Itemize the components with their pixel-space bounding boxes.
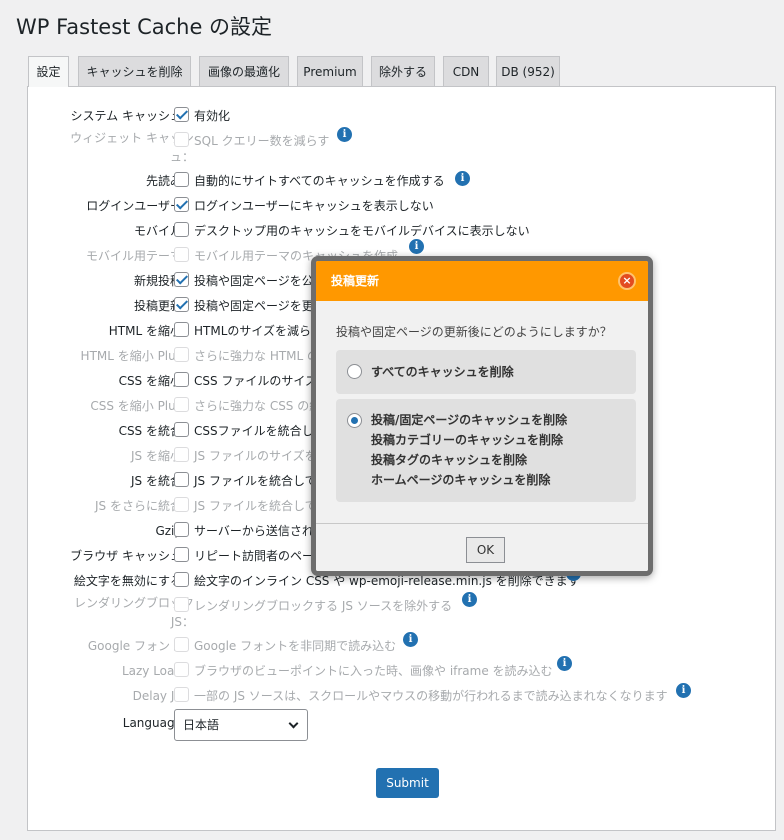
setting-row: Google フォント： Google フォントを非同期で読み込む i xyxy=(28,632,768,661)
radio-delete-all[interactable] xyxy=(347,364,362,379)
setting-row: レンダリングブロック JS： レンダリングブロックする JS ソースを除外する i xyxy=(28,592,768,629)
ok-button[interactable]: OK xyxy=(466,537,505,563)
setting-checkbox[interactable] xyxy=(174,522,189,537)
tab-delete-cache[interactable]: キャッシュを削除 xyxy=(78,56,191,87)
modal-header: 投稿更新 × xyxy=(316,261,648,301)
tab-premium[interactable]: Premium xyxy=(297,56,363,87)
option-1-label: すべてのキャッシュを削除 xyxy=(371,365,514,379)
setting-row: モバイル： デスクトップ用のキャッシュをモバイルデバイスに表示しない xyxy=(28,222,768,246)
option-2-line-4: ホームページのキャッシュを削除 xyxy=(371,473,551,487)
setting-description: 投稿や固定ページを公 xyxy=(194,274,314,288)
setting-description: JS ファイルを統合して xyxy=(194,474,317,488)
setting-checkbox[interactable] xyxy=(174,422,189,437)
setting-row: システム キャッシュ： 有効化 xyxy=(28,107,768,131)
setting-checkbox[interactable] xyxy=(174,107,189,122)
option-2-line-3: 投稿タグのキャッシュを削除 xyxy=(371,453,528,467)
tab-cdn[interactable]: CDN xyxy=(443,56,489,87)
chevron-down-icon xyxy=(288,718,299,729)
setting-checkbox[interactable] xyxy=(174,472,189,487)
modal-title: 投稿更新 xyxy=(331,274,380,288)
setting-checkbox xyxy=(174,662,189,677)
setting-description: ログインユーザーにキャッシュを表示しない xyxy=(194,199,434,213)
setting-checkbox[interactable] xyxy=(174,322,189,337)
setting-description: 一部の JS ソースは、スクロールやマウスの移動が行われるまで読み込まれなくなり… xyxy=(194,689,668,703)
info-icon[interactable]: i xyxy=(403,632,418,647)
setting-checkbox xyxy=(174,597,189,612)
radio-delete-post-caches[interactable] xyxy=(347,413,362,428)
option-delete-post-caches[interactable]: 投稿/固定ページのキャッシュを削除 投稿カテゴリーのキャッシュを削除 投稿タグの… xyxy=(336,399,636,502)
post-update-modal: 投稿更新 × 投稿や固定ページの更新後にどのようにしますか？ すべてのキャッシュ… xyxy=(311,256,653,576)
setting-description: 自動的にサイトすべてのキャッシュを作成する xyxy=(194,174,445,188)
info-icon[interactable]: i xyxy=(676,683,691,698)
language-row: Language： xyxy=(28,714,768,738)
setting-checkbox xyxy=(174,687,189,702)
setting-description: 絵文字のインライン CSS や wp-emoji-release.min.js … xyxy=(194,574,580,588)
tab-settings[interactable]: 設定 xyxy=(28,56,69,87)
setting-description: JS ファイルを統合して xyxy=(194,499,317,513)
setting-checkbox[interactable] xyxy=(174,572,189,587)
setting-description: ブラウザのビューポイントに入った時、画像や iframe を読み込む xyxy=(194,664,553,678)
page-title: WP Fastest Cache の設定 xyxy=(16,15,273,39)
setting-description: Google フォントを非同期で読み込む xyxy=(194,639,397,653)
setting-checkbox[interactable] xyxy=(174,222,189,237)
info-icon[interactable]: i xyxy=(337,127,352,142)
setting-row: ウィジェット キャッシュ： SQL クエリー数を減らす i xyxy=(28,127,768,164)
setting-row: 先読み： 自動的にサイトすべてのキャッシュを作成する i xyxy=(28,171,768,196)
setting-description: CSS ファイルのサイズ xyxy=(194,374,318,388)
tab-image-optimization[interactable]: 画像の最適化 xyxy=(199,56,289,87)
setting-checkbox xyxy=(174,637,189,652)
setting-checkbox xyxy=(174,497,189,512)
setting-row: Delay JS： 一部の JS ソースは、スクロールやマウスの移動が行われるまで… xyxy=(28,683,768,711)
info-icon[interactable]: i xyxy=(409,239,424,254)
language-select[interactable]: 日本語 xyxy=(174,709,308,741)
language-value: 日本語 xyxy=(183,718,220,732)
setting-row: Lazy Load： ブラウザのビューポイントに入った時、画像や iframe を… xyxy=(28,656,768,686)
modal-question: 投稿や固定ページの更新後にどのようにしますか？ xyxy=(336,325,612,339)
setting-checkbox[interactable] xyxy=(174,547,189,562)
setting-description: さらに強力な HTML の xyxy=(194,349,320,363)
setting-description: SQL クエリー数を減らす xyxy=(194,134,330,148)
setting-description: 投稿や固定ページを更 xyxy=(194,299,314,313)
info-icon[interactable]: i xyxy=(455,171,470,186)
setting-checkbox[interactable] xyxy=(174,172,189,187)
close-icon[interactable]: × xyxy=(618,272,636,290)
setting-description: デスクトップ用のキャッシュをモバイルデバイスに表示しない xyxy=(194,224,530,238)
setting-description: 有効化 xyxy=(194,109,231,123)
setting-description: JS ファイルのサイズを xyxy=(194,449,317,463)
tab-db[interactable]: DB (952) xyxy=(496,56,560,87)
submit-button[interactable]: Submit xyxy=(376,768,439,798)
setting-description: さらに強力な CSS の縮 xyxy=(194,399,322,413)
setting-row: ログインユーザー： ログインユーザーにキャッシュを表示しない xyxy=(28,197,768,221)
option-2-line-2: 投稿カテゴリーのキャッシュを削除 xyxy=(371,433,564,447)
setting-checkbox xyxy=(174,447,189,462)
modal-footer: OK xyxy=(316,523,648,571)
setting-checkbox xyxy=(174,132,189,147)
setting-checkbox[interactable] xyxy=(174,197,189,212)
setting-description: リピート訪問者のペー xyxy=(194,549,315,563)
info-icon[interactable]: i xyxy=(462,592,477,607)
setting-checkbox[interactable] xyxy=(174,272,189,287)
setting-description: サーバーから送信され xyxy=(194,524,314,538)
setting-checkbox[interactable] xyxy=(174,297,189,312)
setting-checkbox xyxy=(174,397,189,412)
tab-exclude[interactable]: 除外する xyxy=(371,56,435,87)
setting-checkbox[interactable] xyxy=(174,372,189,387)
setting-checkbox xyxy=(174,347,189,362)
setting-checkbox xyxy=(174,247,189,262)
setting-description: CSSファイルを統合して xyxy=(194,424,326,438)
setting-description: レンダリングブロックする JS ソースを除外する xyxy=(194,599,453,613)
info-icon[interactable]: i xyxy=(557,656,572,671)
option-delete-all-cache[interactable]: すべてのキャッシュを削除 xyxy=(336,350,636,394)
setting-description: HTMLのサイズを減らす xyxy=(194,324,323,338)
option-2-line-1: 投稿/固定ページのキャッシュを削除 xyxy=(371,413,568,427)
